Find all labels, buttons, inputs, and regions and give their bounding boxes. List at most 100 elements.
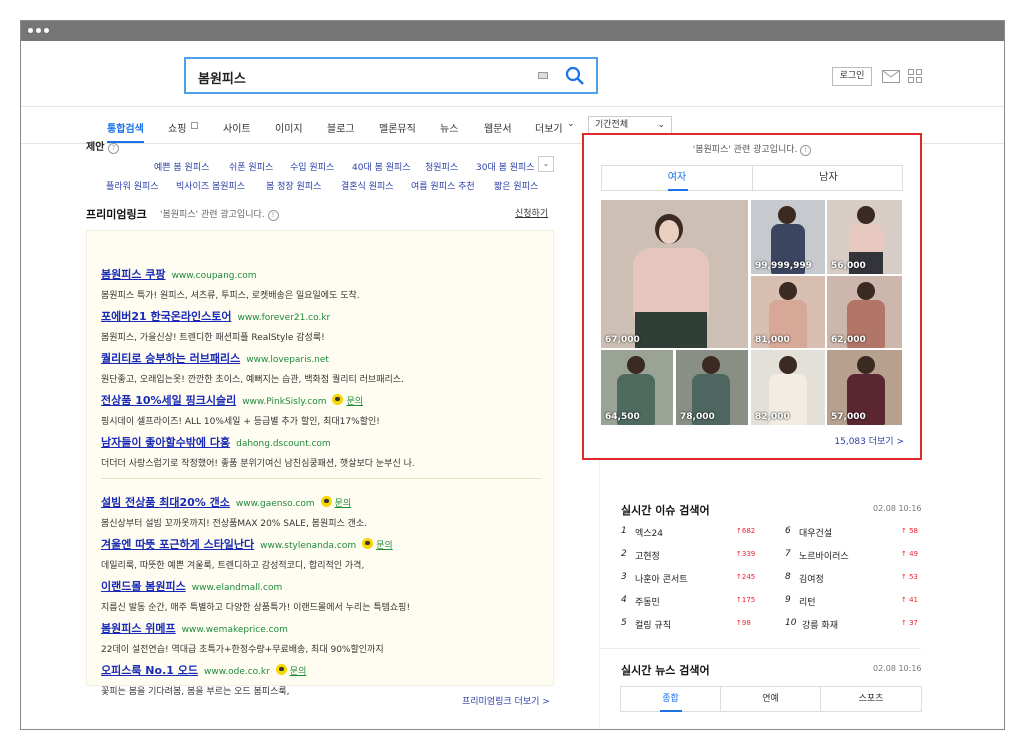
product-tile[interactable]: 57,000 [827,350,902,425]
ad-title-link[interactable]: 설빔 전상품 최대20% 갠소 [101,496,230,509]
product-tile[interactable]: 64,500 [601,350,673,425]
expand-suggestions-button[interactable]: ⌄ [538,156,554,172]
keyword-text[interactable]: 컬링 규칙 [635,618,671,631]
keyword-text[interactable]: 고현정 [635,549,660,562]
keyword-text[interactable]: 엑스24 [635,526,663,539]
tab-site[interactable]: 사이트 [223,120,251,135]
ad-title-link[interactable]: 전상품 10%세일 핑크시슬리 [101,394,236,407]
tab-image[interactable]: 이미지 [275,120,303,135]
search-input[interactable]: 봄원피스 [198,68,246,87]
ad-url[interactable]: www.ode.co.kr [204,667,270,677]
rank-change-value: 175 [741,596,756,604]
ad-url[interactable]: www.stylenanda.com [260,541,356,551]
chevron-down-icon: ⌄ [657,120,665,130]
login-button[interactable]: 로그인 [832,67,872,86]
ad-title-link[interactable]: 남자들이 좋아할수밖에 다홍 [101,436,230,449]
search-box[interactable]: 봄원피스 [184,57,598,94]
chat-icon[interactable] [320,496,332,507]
inquiry-link[interactable]: 문의 [335,499,352,509]
ad-title-link[interactable]: 퀄리티로 승부하는 러브패리스 [101,352,240,365]
inquiry-link[interactable]: 문의 [346,397,363,407]
model-skirt [635,312,707,348]
suggestion-item[interactable]: 봄 정장 원피스 [266,179,321,192]
ad-url[interactable]: www.gaenso.com [236,499,315,509]
ad-url[interactable]: www.elandmall.com [192,583,282,593]
product-tile[interactable]: 81,000 [751,276,825,348]
ad-item: 봄원피스 위메프 www.wemakeprice.com 22데이 설전연습! 역… [101,617,384,655]
inquiry-link[interactable]: 문의 [376,541,393,551]
search-icon[interactable] [564,65,586,87]
suggestion-item[interactable]: 수입 원피스 [290,160,334,173]
shopping-more-link[interactable]: 15,083 더보기 > [834,434,904,447]
keyword-rank: 5 [621,618,627,628]
ad-title-link[interactable]: 봄원피스 쿠팡 [101,268,166,281]
suggestion-item[interactable]: 30대 봄 원피스 [476,160,535,173]
ad-url[interactable]: www.loveparis.net [246,355,329,365]
tab-sports[interactable]: 스포츠 [821,687,921,711]
apps-grid-icon[interactable] [908,69,922,83]
help-icon[interactable]: ? [107,143,119,154]
suggestion-item[interactable]: 40대 봄 원피스 [352,160,411,173]
tab-melon-music[interactable]: 멜론뮤직 [379,120,416,135]
keyword-rank: 7 [785,549,791,559]
tab-entertainment[interactable]: 연예 [721,687,821,711]
ad-title-link[interactable]: 포에버21 한국온라인스토어 [101,310,231,323]
keyword-text[interactable]: 노르바이러스 [799,549,849,562]
keyword-text[interactable]: 리턴 [799,595,816,608]
product-tile[interactable]: 82,000 [751,350,825,425]
product-tile[interactable]: 78,000 [676,350,748,425]
rank-up-indicator: ↑ 49 [901,550,919,558]
ad-title-link[interactable]: 이랜드몰 봄원피스 [101,580,186,593]
keyword-text[interactable]: 강릉 화재 [802,618,838,631]
inquiry-link[interactable]: 문의 [290,667,307,677]
ad-url[interactable]: www.PinkSisly.com [242,397,326,407]
info-icon[interactable]: ! [267,210,279,221]
suggestion-item[interactable]: 플라워 원피스 [106,179,159,192]
ad-url[interactable]: www.wemakeprice.com [182,625,288,635]
keyword-text[interactable]: 주동민 [635,595,660,608]
ad-title-link[interactable]: 오피스룩 No.1 오드 [101,664,198,677]
keyboard-icon[interactable] [538,72,548,79]
keyword-text[interactable]: 나훈아 콘서트 [635,572,688,585]
suggestion-item[interactable]: 청원피스 [425,160,458,173]
ad-url[interactable]: www.coupang.com [172,271,257,281]
tab-web-docs[interactable]: 웹문서 [484,120,512,135]
keyword-text[interactable]: 대우건설 [799,526,832,539]
ad-url[interactable]: dahong.dscount.com [236,439,331,449]
tab-more[interactable]: 더보기 [535,120,563,135]
ad-title-link[interactable]: 봄원피스 위메프 [101,622,176,635]
product-price: 56,000 [831,261,866,271]
ad-divider [101,478,541,479]
tab-blog[interactable]: 블로그 [327,120,355,135]
keyword-text[interactable]: 김여정 [799,572,824,585]
suggestion-item[interactable]: 짧은 원피스 [494,179,538,192]
product-tile[interactable]: 99,999,999 [751,200,825,274]
suggestion-item[interactable]: 예쁜 봄 원피스 [154,160,209,173]
chat-icon[interactable] [332,394,344,405]
product-tile[interactable]: 62,000 [827,276,902,348]
rank-change-value: 49 [909,550,919,558]
ad-url[interactable]: www.forever21.co.kr [237,313,330,323]
mail-icon[interactable] [882,70,900,83]
apply-link[interactable]: 신청하기 [515,206,548,219]
chevron-down-icon[interactable]: ⌄ [567,119,575,129]
ad-title-link[interactable]: 겨울엔 따뜻 포근하게 스타일난다 [101,538,254,551]
suggestion-item[interactable]: 여름 원피스 추천 [411,179,475,192]
product-price: 82,000 [755,412,790,422]
tab-female[interactable]: 여자 [602,166,753,190]
tab-male[interactable]: 남자 [753,166,904,190]
rank-up-indicator: ↑175 [736,596,756,604]
premium-more-link[interactable]: 프리미엄링크 더보기 > [462,694,550,707]
suggestion-item[interactable]: 결혼식 원피스 [341,179,394,192]
tab-overall[interactable]: 종합 [621,687,721,711]
suggestion-item[interactable]: 빅사이즈 봄원피스 [176,179,245,192]
tab-news[interactable]: 뉴스 [440,120,458,135]
tab-integrated[interactable]: 통합검색 [107,120,144,135]
chat-icon[interactable] [362,538,374,549]
suggestion-item[interactable]: 쉬폰 원피스 [229,160,273,173]
product-tile[interactable]: 67,000 [601,200,748,348]
product-tile[interactable]: 56,000 [827,200,902,274]
chat-icon[interactable] [275,664,287,675]
tab-shopping[interactable]: 쇼핑 [168,120,186,135]
info-icon[interactable]: ! [800,145,812,156]
